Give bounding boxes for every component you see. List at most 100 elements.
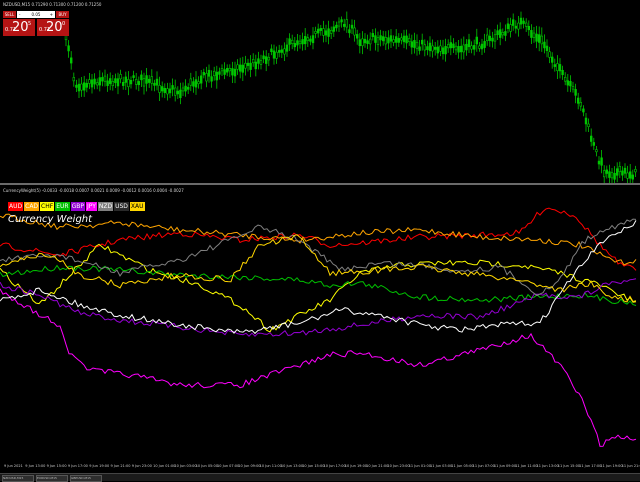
price-candle <box>608 164 611 183</box>
lot-size-input[interactable]: - 0.05 + <box>17 11 55 18</box>
price-candle <box>335 21 338 32</box>
legend-chf[interactable]: CHF <box>40 202 55 211</box>
time-tick-label: 9 Jun 17:00 <box>67 464 88 468</box>
price-candle <box>75 79 78 93</box>
price-candle <box>553 58 557 72</box>
price-candle <box>239 57 242 79</box>
price-candle <box>329 26 333 39</box>
price-candle <box>431 39 434 58</box>
legend-cad[interactable]: CAD <box>24 202 40 211</box>
price-candle <box>428 36 432 57</box>
price-candle <box>342 18 346 31</box>
chart-tab[interactable]: NZDUSD,M15 <box>2 475 34 482</box>
price-candle <box>215 65 218 89</box>
price-candle <box>621 166 624 181</box>
price-candle <box>550 52 554 69</box>
price-candle <box>600 150 603 174</box>
price-candle <box>194 71 198 95</box>
sell-price-box[interactable]: 0.71 20 5 <box>3 19 35 36</box>
price-candle <box>129 76 133 89</box>
price-candle <box>407 33 411 46</box>
price-candle <box>303 28 307 51</box>
buy-button[interactable]: BUY <box>56 11 69 18</box>
price-candle <box>470 41 473 54</box>
legend-xau[interactable]: XAU <box>129 202 145 211</box>
chart-tab[interactable]: EURUSD,M15 <box>36 475 68 482</box>
legend-gbp[interactable]: GBP <box>70 202 85 211</box>
price-candle <box>561 65 564 80</box>
buy-price-box[interactable]: 0.71 20 0 <box>37 19 69 36</box>
time-tick-label: 10 Jun 21:00 <box>366 464 389 468</box>
price-candle <box>337 17 341 33</box>
price-candle <box>496 24 499 41</box>
price-candle <box>610 168 614 183</box>
price-candle <box>379 29 382 47</box>
price-candle <box>249 55 252 78</box>
price-chart-pane[interactable] <box>0 0 640 183</box>
legend-jpy[interactable]: JPY <box>85 202 97 211</box>
price-candle <box>311 27 315 50</box>
price-candle <box>192 77 195 93</box>
price-candle <box>449 35 452 56</box>
price-candle <box>116 72 120 95</box>
indicator-pane[interactable] <box>0 185 640 461</box>
price-candle <box>246 58 250 72</box>
price-candle <box>103 69 107 87</box>
price-candle <box>145 67 148 92</box>
price-candle <box>189 72 192 92</box>
price-candle <box>257 51 260 70</box>
price-candle <box>316 23 320 38</box>
price-candle <box>106 73 109 92</box>
price-candle <box>556 55 559 79</box>
legend-usd[interactable]: USD <box>114 202 129 211</box>
price-candle <box>355 29 359 45</box>
chart-tab[interactable]: GBPUSD,M15 <box>70 475 102 482</box>
currency-legend: AUD CAD CHF EUR GBP JPY NZD USD XAU <box>8 202 145 211</box>
price-candle <box>119 69 122 84</box>
price-candle <box>517 16 520 37</box>
time-tick-label: 10 Jun 01:00 <box>153 464 176 468</box>
price-candle <box>197 76 200 89</box>
price-candle <box>228 64 231 77</box>
time-tick-label: 11 Jun 13:00 <box>536 464 559 468</box>
price-candle <box>259 54 263 70</box>
time-tick-label: 11 Jun 15:00 <box>557 464 581 468</box>
series-line-gbp <box>0 278 637 337</box>
price-candle <box>184 79 187 97</box>
price-candle <box>163 83 166 99</box>
price-candle <box>254 54 257 77</box>
price-candle <box>504 24 507 42</box>
price-candle <box>137 76 140 92</box>
price-chart-header: NZDUSD,M15 0.71290 0.71300 0.71200 0.712… <box>3 2 102 7</box>
legend-eur[interactable]: EUR <box>55 202 70 211</box>
sell-button[interactable]: SELL <box>3 11 16 18</box>
price-candle <box>493 29 497 49</box>
time-tick-label: 11 Jun 17:00 <box>579 464 602 468</box>
price-candle <box>306 33 309 47</box>
series-line-jpy <box>0 288 637 447</box>
price-candle <box>595 146 598 157</box>
time-tick-label: 11 Jun 19:00 <box>600 464 623 468</box>
price-candle <box>127 71 130 96</box>
time-tick-label: 10 Jun 05:00 <box>195 464 218 468</box>
price-candle <box>524 18 528 32</box>
legend-nzd[interactable]: NZD <box>97 202 114 211</box>
time-tick-label: 10 Jun 15:00 <box>302 464 325 468</box>
price-candle <box>236 59 239 75</box>
price-candle <box>392 35 395 47</box>
price-candle <box>454 42 458 55</box>
time-tick-label: 11 Jun 11:00 <box>515 464 538 468</box>
price-candle <box>319 24 322 36</box>
legend-aud[interactable]: AUD <box>8 202 24 211</box>
lot-increase-button[interactable]: + <box>50 11 53 18</box>
price-candle <box>272 44 276 65</box>
price-candle <box>135 72 138 90</box>
time-tick-label: 10 Jun 03:00 <box>174 464 197 468</box>
time-tick-label: 10 Jun 13:00 <box>280 464 304 468</box>
price-candle <box>371 29 374 41</box>
price-candle <box>602 165 606 183</box>
price-candle <box>361 31 364 55</box>
time-tick-label: 10 Jun 09:00 <box>238 464 261 468</box>
price-candle <box>472 39 476 56</box>
price-candle <box>301 32 304 51</box>
